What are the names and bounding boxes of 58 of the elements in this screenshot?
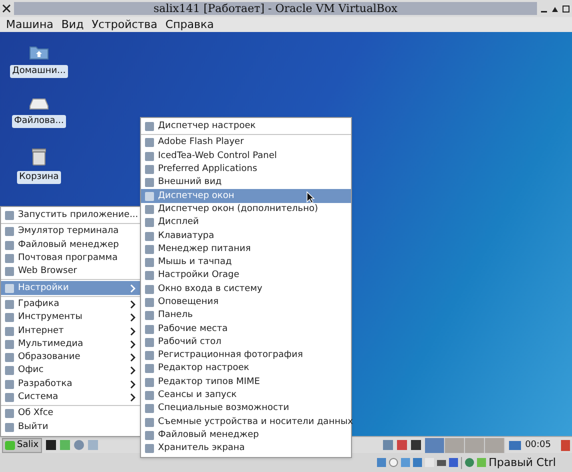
- workspace[interactable]: [485, 438, 506, 452]
- menu-title[interactable]: Вид: [61, 19, 84, 30]
- menu-item[interactable]: Окно входа в систему: [141, 282, 351, 296]
- menu-item[interactable]: Графика: [1, 298, 140, 312]
- menu-item[interactable]: Сеансы и запуск: [141, 388, 351, 402]
- menu-title[interactable]: Справка: [165, 19, 214, 30]
- menu-title[interactable]: Устройства: [92, 19, 158, 30]
- menu-item[interactable]: Рабочий стол: [141, 336, 351, 350]
- menu-item[interactable]: Preferred Applications: [141, 162, 351, 176]
- menu-item[interactable]: Web Browser: [1, 265, 140, 278]
- drive-icon: [29, 98, 49, 110]
- desktop-icon-label[interactable]: Корзина: [17, 171, 61, 184]
- menu-item[interactable]: Настройки Orage: [141, 269, 351, 283]
- menu-title[interactable]: Машина: [6, 19, 54, 30]
- start-button[interactable]: Salix: [2, 438, 42, 452]
- menu-item[interactable]: Хранитель экрана: [141, 442, 351, 456]
- menu-item[interactable]: IcedTea-Web Control Panel: [141, 150, 351, 163]
- menu-item[interactable]: Внешний вид: [141, 176, 351, 190]
- desktop-icon-label[interactable]: Файлова...: [12, 115, 66, 128]
- menu-item[interactable]: Почтовая программа: [1, 252, 140, 266]
- menu-item[interactable]: Рабочие места: [141, 322, 351, 336]
- workspace[interactable]: [465, 438, 486, 452]
- menu-item[interactable]: Об Xfce: [1, 407, 140, 420]
- trash-icon: [32, 148, 46, 166]
- menu-item[interactable]: Специальные возможности: [141, 402, 351, 416]
- menu-item[interactable]: Инструменты: [1, 311, 140, 324]
- menu-item[interactable]: Файловый менеджер: [1, 238, 140, 252]
- window-title: salix141 [Работает] - Oracle VM VirtualBox: [14, 2, 537, 15]
- menu-item[interactable]: Редактор настроек: [141, 362, 351, 376]
- menu-item[interactable]: Интернет: [1, 324, 140, 338]
- menu-item[interactable]: Выйти: [1, 420, 140, 434]
- menu-item[interactable]: Adobe Flash Player: [141, 136, 351, 150]
- menu-item[interactable]: Офис: [1, 364, 140, 378]
- close-icon[interactable]: [2, 4, 11, 13]
- menu-item[interactable]: Клавиатура: [141, 229, 351, 243]
- host-key-label: Правый Ctrl: [488, 457, 556, 468]
- menu-item[interactable]: Диспетчер настроек: [141, 120, 351, 134]
- workspace[interactable]: [425, 438, 446, 452]
- menu-item[interactable]: Образование: [1, 350, 140, 364]
- menu-item[interactable]: Диспетчер окон (дополнительно): [141, 202, 351, 216]
- menu-item[interactable]: Дисплей: [141, 216, 351, 230]
- menu-item[interactable]: Панель: [141, 309, 351, 322]
- menu-item[interactable]: Регистрационная фотография: [141, 349, 351, 362]
- menu-item[interactable]: Мультимедиа: [1, 338, 140, 351]
- menu-item[interactable]: Мышь и тачпад: [141, 256, 351, 270]
- menu-item[interactable]: Файловый менеджер: [141, 428, 351, 442]
- menu-item[interactable]: Эмулятор терминала: [1, 225, 140, 239]
- menu-item[interactable]: Разработка: [1, 378, 140, 391]
- menu-item[interactable]: Оповещения: [141, 296, 351, 310]
- clock: 00:05: [525, 440, 551, 450]
- menu-item[interactable]: Система: [1, 390, 140, 404]
- workspace[interactable]: [445, 438, 466, 452]
- menu-item[interactable]: Запустить приложение...: [1, 209, 140, 222]
- pointer-icon: [306, 191, 315, 204]
- menu-item[interactable]: Редактор типов MIME: [141, 376, 351, 389]
- desktop-icon-label[interactable]: Домашни...: [10, 65, 68, 78]
- window-controls-icon[interactable]: [540, 4, 570, 14]
- menu-item[interactable]: Менеджер питания: [141, 242, 351, 256]
